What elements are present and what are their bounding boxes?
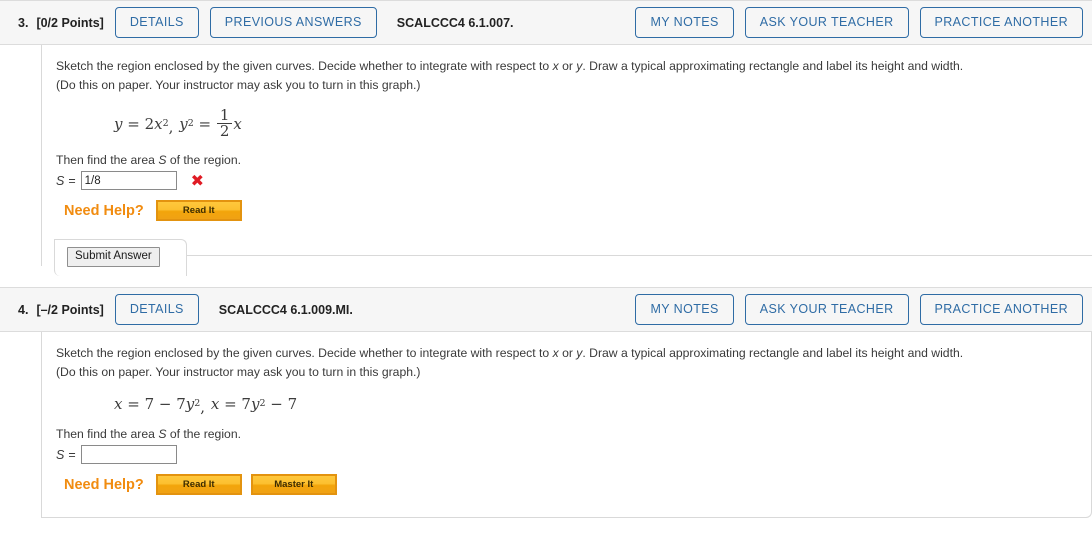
problem-number: 4. xyxy=(18,302,29,317)
answer-row-3: S = ✖ xyxy=(42,167,1092,191)
read-it-button[interactable]: Read It xyxy=(155,200,242,222)
read-it-button[interactable]: Read It xyxy=(155,474,242,496)
ask-your-teacher-button[interactable]: ASK YOUR TEACHER xyxy=(744,7,909,38)
prompt-paper-note: (Do this on paper. Your instructor may a… xyxy=(56,365,421,380)
then-text-a: Then find the area xyxy=(56,427,159,442)
problem-code: SCALCCC4 6.1.007. xyxy=(396,15,514,30)
prompt-text-part3: . Draw a typical approximating rectangle… xyxy=(582,346,964,361)
submit-answer-panel-3: Submit Answer xyxy=(54,239,187,277)
prompt-text-part1: Sketch the region enclosed by the given … xyxy=(56,346,553,361)
previous-answers-button[interactable]: PREVIOUS ANSWERS xyxy=(209,7,377,38)
then-find-area-text-4: Then find the area S of the region. xyxy=(42,421,1091,441)
answer-input-3[interactable] xyxy=(80,171,177,191)
problem-prompt: Sketch the region enclosed by the given … xyxy=(42,344,1091,382)
then-text-b: of the region. xyxy=(166,427,241,442)
details-button[interactable]: DETAILS xyxy=(114,294,199,325)
problem-points: [0/2 Points] xyxy=(36,15,104,30)
need-help-label: Need Help? xyxy=(64,202,144,219)
prompt-text-part2: or xyxy=(558,59,577,73)
problem-body-4: Sketch the region enclosed by the given … xyxy=(41,332,1092,519)
body-bottom-padding xyxy=(42,256,1092,266)
problem-block-4: 4. [–/2 Points] DETAILS SCALCCC4 6.1.009… xyxy=(0,287,1092,519)
answer-variable-label: S xyxy=(56,173,65,188)
problem-body-3: Sketch the region enclosed by the given … xyxy=(41,45,1092,277)
master-it-button[interactable]: Master It xyxy=(250,474,337,496)
body-bottom-padding xyxy=(42,495,1091,517)
need-help-label: Need Help? xyxy=(64,476,144,493)
problem-points: [–/2 Points] xyxy=(36,302,104,317)
details-button[interactable]: DETAILS xyxy=(114,7,199,38)
problem-header-4: 4. [–/2 Points] DETAILS SCALCCC4 6.1.009… xyxy=(0,287,1092,333)
prompt-text-part1: Sketch the region enclosed by the given … xyxy=(56,59,553,73)
problem-code: SCALCCC4 6.1.009.MI. xyxy=(218,302,353,317)
math-expression-3: y = 2x2, y2 = 12x xyxy=(114,105,242,141)
problem-block-3: 3. [0/2 Points] DETAILS PREVIOUS ANSWERS… xyxy=(0,0,1092,277)
need-help-row-4: Need Help? Read It Master It xyxy=(42,464,1091,496)
math-expression-4: x = 7 − 7y2, x = 7y2 − 7 xyxy=(114,395,298,417)
problem-number: 3. xyxy=(18,15,29,30)
answer-equals-sign: = xyxy=(68,447,76,462)
problem-prompt: Sketch the region enclosed by the given … xyxy=(42,57,1092,95)
then-text-a: Then find the area xyxy=(56,153,159,168)
then-find-area-text-3: Then find the area S of the region. xyxy=(42,147,1092,167)
my-notes-button[interactable]: MY NOTES xyxy=(635,294,734,325)
answer-equals-sign: = xyxy=(68,173,76,188)
then-text-b: of the region. xyxy=(166,153,241,168)
practice-another-button[interactable]: PRACTICE ANOTHER xyxy=(919,7,1083,38)
need-help-row-3: Need Help? Read It xyxy=(42,190,1092,222)
answer-variable-label: S xyxy=(56,447,65,462)
prompt-text-part2: or xyxy=(558,346,577,361)
incorrect-x-icon: ✖ xyxy=(190,170,205,190)
submit-answer-button[interactable]: Submit Answer xyxy=(67,247,160,268)
ask-your-teacher-button[interactable]: ASK YOUR TEACHER xyxy=(744,294,909,325)
prompt-text-part3: . Draw a typical approximating rectangle… xyxy=(582,59,964,73)
prompt-paper-note: (Do this on paper. Your instructor may a… xyxy=(56,77,421,92)
answer-row-4: S = xyxy=(42,441,1091,465)
practice-another-button[interactable]: PRACTICE ANOTHER xyxy=(919,294,1083,325)
my-notes-button[interactable]: MY NOTES xyxy=(635,7,734,38)
problem-header-3: 3. [0/2 Points] DETAILS PREVIOUS ANSWERS… xyxy=(0,0,1092,45)
answer-input-4[interactable] xyxy=(80,445,177,465)
